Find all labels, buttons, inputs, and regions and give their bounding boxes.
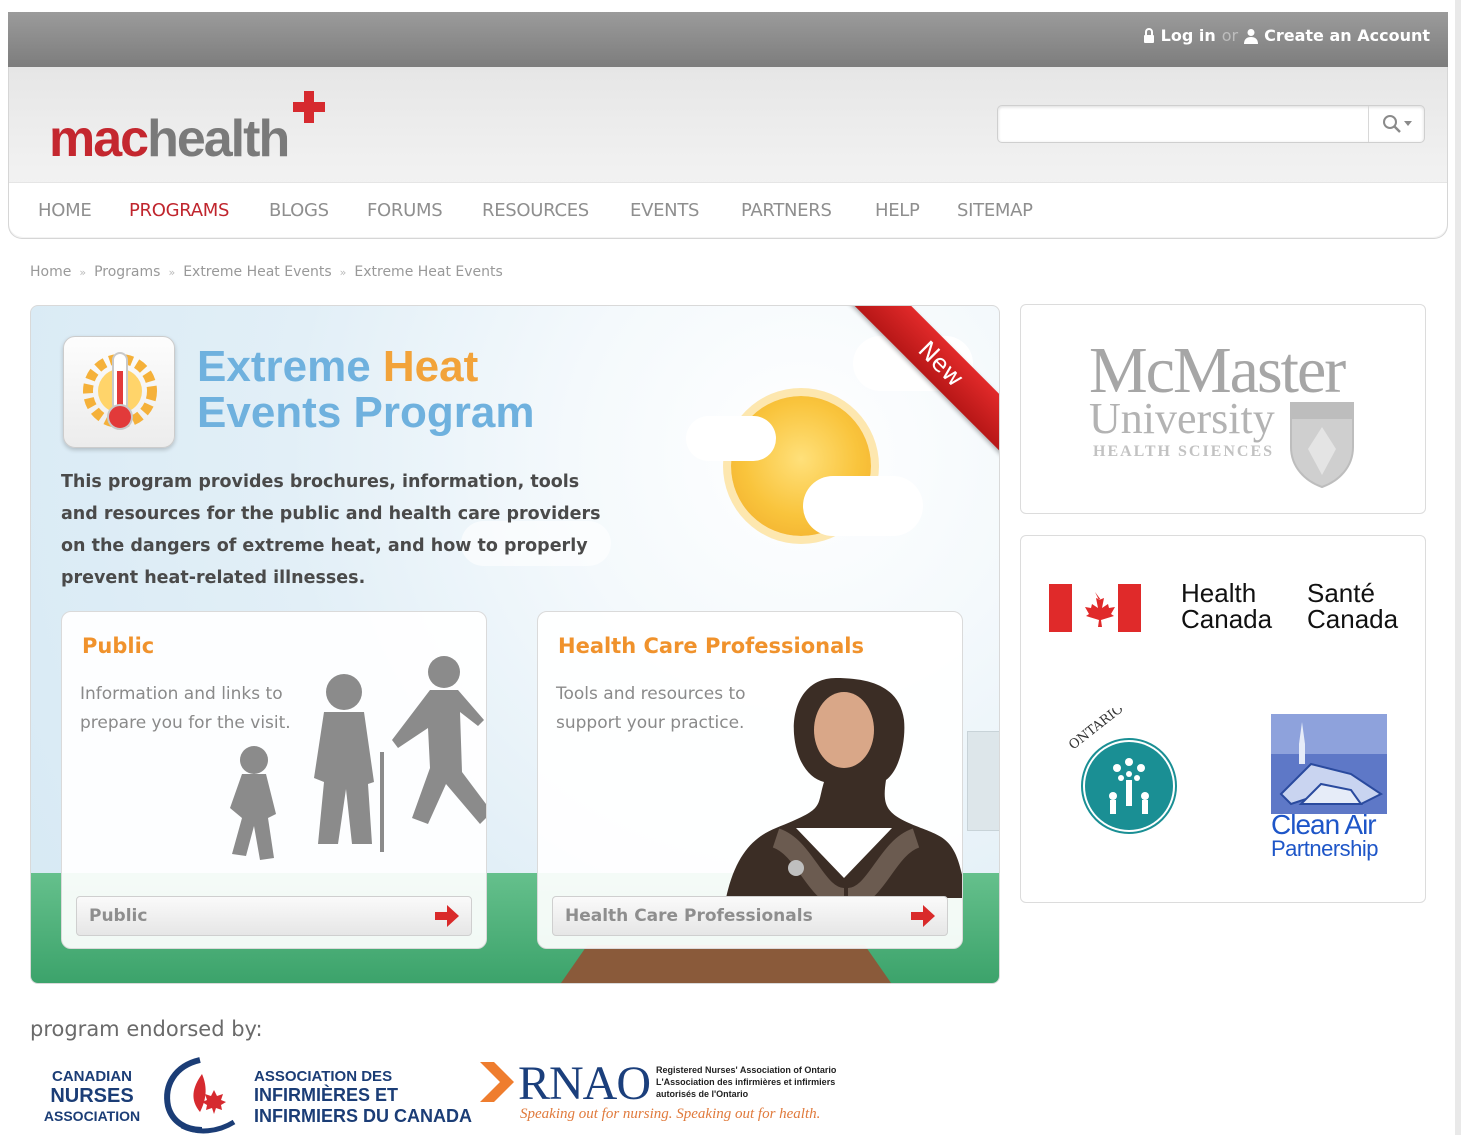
cloud-illustration <box>686 416 776 461</box>
account-links: Log in or Create an Account <box>1143 26 1430 45</box>
logo-health: health <box>147 110 290 168</box>
program-title-part: Extreme <box>197 342 383 391</box>
breadcrumb-programs[interactable]: Programs <box>94 264 160 280</box>
hcp-card: Health Care Professionals Tools and reso… <box>537 611 963 949</box>
nav-programs[interactable]: PROGRAMS <box>129 200 229 221</box>
ocfp-logo-icon[interactable]: ONTARIO COLLEGE <box>1059 708 1199 864</box>
search-input[interactable] <box>1004 110 1354 138</box>
or-separator: or <box>1221 26 1239 45</box>
sante-canada-fr[interactable]: Santé Canada <box>1307 580 1398 632</box>
cloud-illustration <box>803 476 923 536</box>
nav-home[interactable]: HOME <box>38 200 92 221</box>
breadcrumb-separator-icon: » <box>339 265 347 279</box>
partners-logo-box: HealthCanada SantéCanada ONTARIO COLLEGE… <box>1020 535 1426 903</box>
nav-events[interactable]: EVENTS <box>630 200 699 221</box>
thermometer-icon-box <box>63 336 175 448</box>
create-account-link[interactable]: Create an Account <box>1264 26 1430 45</box>
mcmaster-university: University <box>1089 394 1275 443</box>
hcp-card-title: Health Care Professionals <box>558 634 864 658</box>
hcp-button-label: Health Care Professionals <box>565 906 813 926</box>
breadcrumb: Home » Programs » Extreme Heat Events » … <box>30 264 503 280</box>
public-button[interactable]: Public <box>76 896 472 936</box>
nav-blogs[interactable]: BLOGS <box>269 200 329 221</box>
arrow-right-icon <box>911 905 935 927</box>
clean-air-partnership-icon[interactable] <box>1271 714 1387 814</box>
clean-air-label: Clean Air <box>1271 809 1377 840</box>
mcmaster-crest-icon <box>1290 402 1354 489</box>
machealth-logo[interactable]: machealth <box>49 89 349 169</box>
program-description: This program provides brochures, informa… <box>61 472 601 588</box>
search-icon <box>1382 115 1401 133</box>
window-edge <box>1455 0 1461 1135</box>
nav-partners[interactable]: PARTNERS <box>741 200 832 221</box>
user-icon <box>1244 28 1259 44</box>
arrow-right-icon <box>435 905 459 927</box>
search-button[interactable] <box>1368 106 1424 142</box>
endorsed-label: program endorsed by: <box>30 1017 263 1041</box>
breadcrumb-current: Extreme Heat Events <box>354 264 503 280</box>
nav-resources[interactable]: RESOURCES <box>482 200 589 221</box>
page: Log in or Create an Account machealth HO… <box>0 0 1461 1135</box>
doctor-illustration <box>726 678 962 898</box>
lock-icon <box>1143 27 1154 43</box>
mcmaster-logo-box[interactable]: McMaster University HEALTH SCIENCES <box>1020 304 1426 514</box>
dropdown-arrow-icon <box>1403 121 1412 126</box>
program-title-heat: Heat <box>382 342 479 391</box>
search-box <box>997 105 1425 143</box>
top-bar: Log in or Create an Account <box>8 12 1448 67</box>
cna-emblem-icon <box>164 1057 236 1134</box>
nav-help[interactable]: HELP <box>875 200 920 221</box>
login-link[interactable]: Log in <box>1161 26 1216 45</box>
program-panel: New Extreme Heat Events Program This pro… <box>30 305 1000 984</box>
logo-mac: mac <box>49 110 149 168</box>
medical-cross-icon <box>293 91 325 123</box>
hcp-button[interactable]: Health Care Professionals <box>552 896 948 936</box>
public-button-label: Public <box>89 906 148 926</box>
building-illustration <box>967 731 999 831</box>
breadcrumb-home[interactable]: Home <box>30 264 71 280</box>
rnao-chevron-icon <box>480 1062 514 1102</box>
breadcrumb-extreme-heat[interactable]: Extreme Heat Events <box>183 264 331 280</box>
nav-forums[interactable]: FORUMS <box>367 200 443 221</box>
health-canada-en[interactable]: Health Canada <box>1181 580 1272 632</box>
rnao-tagline: Speaking out for nursing. Speaking out f… <box>520 1106 821 1122</box>
partnership-label: Partnership <box>1271 836 1379 861</box>
rnao-full-name: Registered Nurses' Association of Ontari… <box>656 1065 837 1099</box>
program-title-line2: Events Program <box>197 388 535 437</box>
mcmaster-health-sciences: HEALTH SCIENCES <box>1093 443 1275 460</box>
breadcrumb-separator-icon: » <box>168 265 176 279</box>
public-card-title: Public <box>82 634 155 658</box>
dirt-path <box>561 945 891 983</box>
program-title: Extreme Heat Events Program <box>197 344 534 436</box>
thermometer-sun-icon <box>83 352 157 430</box>
nav-sitemap[interactable]: SITEMAP <box>957 200 1033 221</box>
rnao-wordmark: RNAO <box>518 1057 651 1110</box>
public-card: Public Information and links to prepare … <box>61 611 487 949</box>
cna-english-name: CANADIAN NURSES ASSOCIATION <box>43 1068 141 1124</box>
canada-flag-icon[interactable] <box>1049 584 1141 632</box>
family-silhouette-illustration <box>230 656 486 860</box>
main-nav: HOME PROGRAMS BLOGS FORUMS RESOURCES EVE… <box>9 182 1447 237</box>
cna-french-name: ASSOCIATION DES INFIRMIÈRES ET INFIRMIER… <box>254 1068 472 1126</box>
site-header: machealth HOME PROGRAMS BLOGS FORUMS RES… <box>8 67 1448 239</box>
breadcrumb-separator-icon: » <box>79 265 87 279</box>
